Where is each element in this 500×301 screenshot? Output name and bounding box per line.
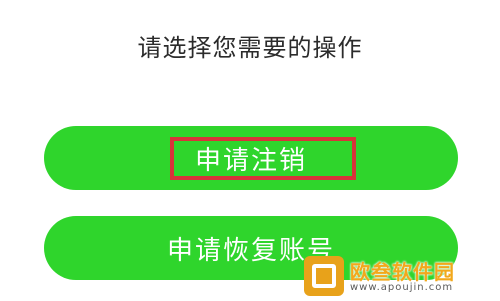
watermark-logo-icon xyxy=(304,256,344,296)
watermark-name: 欧叁软件园 xyxy=(350,260,455,284)
page-title: 请选择您需要的操作 xyxy=(137,34,363,62)
apply-cancel-account-button[interactable]: 申请注销 xyxy=(44,126,458,190)
site-watermark: 欧叁软件园 www.apoujin.com xyxy=(304,254,494,298)
watermark-url: www.apoujin.com xyxy=(350,282,454,293)
